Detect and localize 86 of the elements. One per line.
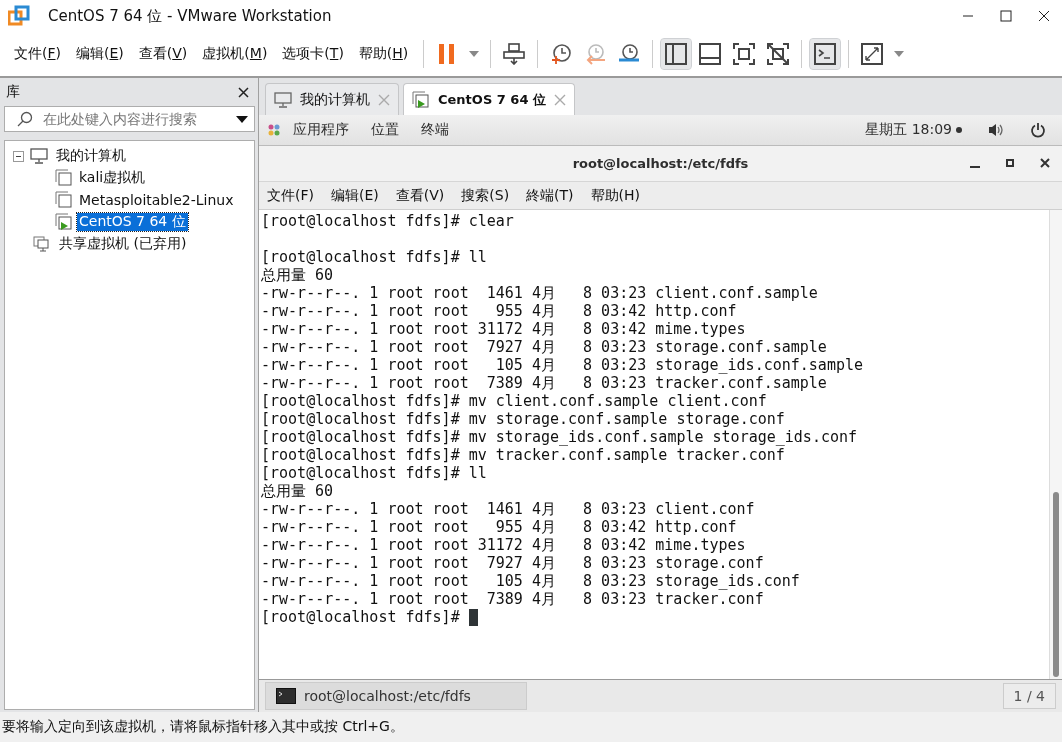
- fullscreen-icon: [733, 43, 756, 65]
- gnome-menu-item[interactable]: 终端: [421, 121, 449, 139]
- tree-item[interactable]: kali虚拟机: [77, 169, 148, 187]
- caret-icon: [469, 51, 480, 57]
- terminal-menu-item[interactable]: 帮助(H): [590, 186, 641, 205]
- running-vm-icon: [412, 90, 430, 109]
- terminal-line: -rw-r--r--. 1 root root 105 4月 8 03:23 storage_ids.conf.sample: [261, 356, 863, 374]
- clock-arrow-icon: [584, 43, 607, 65]
- terminal-menu-item[interactable]: 编辑(E): [331, 186, 379, 205]
- search-icon: [17, 111, 33, 127]
- terminal-line: -rw-r--r--. 1 root root 7389 4月 8 03:23 tracker.conf.sample: [261, 374, 827, 392]
- collapse-icon[interactable]: [13, 150, 24, 162]
- terminal-line: 总用量 60: [261, 266, 334, 284]
- terminal-menu-item[interactable]: 文件(F): [267, 186, 314, 205]
- terminal-line: [root@localhost fdfs]# ll: [261, 248, 487, 266]
- terminal-menu-item[interactable]: 搜索(S): [461, 186, 510, 205]
- search-field[interactable]: 在此处键入内容进行搜索: [4, 106, 255, 132]
- terminal-menu-item[interactable]: 終端(T): [526, 186, 574, 205]
- terminal-line: -rw-r--r--. 1 root root 955 4月 8 03:42 http.conf: [261, 518, 737, 536]
- tree-item[interactable]: CentOS 7 64 位: [77, 213, 188, 231]
- speaker-icon[interactable]: [988, 123, 1004, 137]
- scrollbar[interactable]: [1049, 210, 1062, 679]
- pause-icon: [438, 43, 457, 65]
- monitor-icon: [274, 91, 292, 108]
- window-title: CentOS 7 64 位 - VMware Workstation: [48, 6, 332, 26]
- terminal-title: root@localhost:/etc/fdfs: [572, 156, 749, 171]
- shared-monitor-icon: [33, 236, 51, 252]
- gnome-foot-icon: [267, 123, 281, 137]
- toolbar-button[interactable]: [661, 39, 692, 69]
- terminal-line: [root@localhost fdfs]#: [261, 608, 461, 626]
- dot-icon: [956, 127, 962, 133]
- tree-item[interactable]: 我的计算机: [54, 147, 128, 165]
- monitor-icon: [30, 148, 48, 164]
- close-icon[interactable]: [1038, 10, 1050, 22]
- caret-icon[interactable]: [236, 115, 248, 123]
- terminal-line: -rw-r--r--. 1 root root 1461 4月 8 03:23 client.conf: [261, 500, 755, 518]
- terminal-line: -rw-r--r--. 1 root root 7927 4月 8 03:23 storage.conf.sample: [261, 338, 827, 356]
- menu-item[interactable]: 帮助(H): [352, 41, 415, 67]
- panel-layout-icon: [699, 43, 722, 65]
- terminal-line: [root@localhost fdfs]# ll: [261, 464, 487, 482]
- toolbar-button[interactable]: [810, 39, 841, 69]
- caret-icon: [894, 51, 905, 57]
- menu-item[interactable]: 编辑(E): [70, 41, 130, 67]
- terminal-line: [root@localhost fdfs]# mv tracker.conf.sample tracker.conf: [261, 446, 785, 464]
- terminal-icon: [276, 688, 296, 704]
- tree-item[interactable]: 共享虚拟机 (已弃用): [57, 235, 189, 253]
- terminal-line: -rw-r--r--. 1 root root 7927 4月 8 03:23 storage.conf: [261, 554, 764, 572]
- menu-item[interactable]: 虚拟机(M): [196, 41, 274, 67]
- clock-plus-icon: [550, 43, 573, 65]
- terminal-line: 总用量 60: [261, 482, 334, 500]
- console-icon: [814, 43, 837, 65]
- gnome-menu-item[interactable]: 位置: [371, 121, 399, 139]
- terminal-line: [root@localhost fdfs]# clear: [261, 212, 514, 230]
- app-logo-icon: [8, 5, 30, 27]
- tab[interactable]: 我的计算机: [265, 83, 399, 115]
- sidebar-layout-icon: [665, 43, 688, 65]
- terminal-line: -rw-r--r--. 1 root root 31172 4月 8 03:42 mime.types: [261, 320, 746, 338]
- panel-title: 库: [6, 83, 20, 101]
- menu-item[interactable]: 查看(V): [132, 41, 194, 67]
- status-text: 要将输入定向到该虚拟机，请将鼠标指针移入其中或按 Ctrl+G。: [2, 718, 404, 736]
- crossed-window-icon: [767, 43, 790, 65]
- tab-label: 我的计算机: [300, 90, 370, 109]
- terminal-line: [root@localhost fdfs]# mv storage.conf.sample storage.conf: [261, 410, 785, 428]
- terminal-menu-item[interactable]: 查看(V): [395, 186, 445, 205]
- terminal-line: -rw-r--r--. 1 root root 105 4月 8 03:23 storage_ids.conf: [261, 572, 800, 590]
- gnome-menu-item[interactable]: 应用程序: [293, 121, 349, 139]
- close-icon[interactable]: [1040, 158, 1050, 168]
- terminal-line: -rw-r--r--. 1 root root 955 4月 8 03:42 http.conf: [261, 302, 737, 320]
- terminal-line: [root@localhost fdfs]# mv client.conf.sample client.conf: [261, 392, 767, 410]
- stretch-arrows-icon: [861, 43, 884, 65]
- power-icon[interactable]: [1030, 122, 1046, 138]
- tree-item[interactable]: Metasploitable2-Linux: [77, 192, 236, 208]
- close-icon[interactable]: [238, 86, 249, 98]
- terminal-line: -rw-r--r--. 1 root root 7389 4月 8 03:23 tracker.conf: [261, 590, 764, 608]
- tab-label: CentOS 7 64 位: [438, 90, 546, 109]
- clock: 星期五 18:09: [865, 121, 952, 139]
- menu-item[interactable]: 文件(F): [8, 41, 67, 67]
- terminal-line: -rw-r--r--. 1 root root 1461 4月 8 03:23 client.conf.sample: [261, 284, 818, 302]
- menu-item[interactable]: 选项卡(T): [276, 41, 350, 67]
- maximize-icon[interactable]: [1000, 10, 1012, 22]
- terminal-line: [root@localhost fdfs]# mv storage_ids.conf.sample storage_ids.conf: [261, 428, 858, 446]
- workspace-indicator[interactable]: 1 / 4: [1002, 683, 1056, 709]
- taskbar-window-button[interactable]: root@localhost:/etc/fdfs: [265, 682, 527, 710]
- tab[interactable]: CentOS 7 64 位: [403, 83, 575, 115]
- maximize-icon[interactable]: [1006, 159, 1014, 167]
- terminal-line: -rw-r--r--. 1 root root 31172 4月 8 03:42 mime.types: [261, 536, 746, 554]
